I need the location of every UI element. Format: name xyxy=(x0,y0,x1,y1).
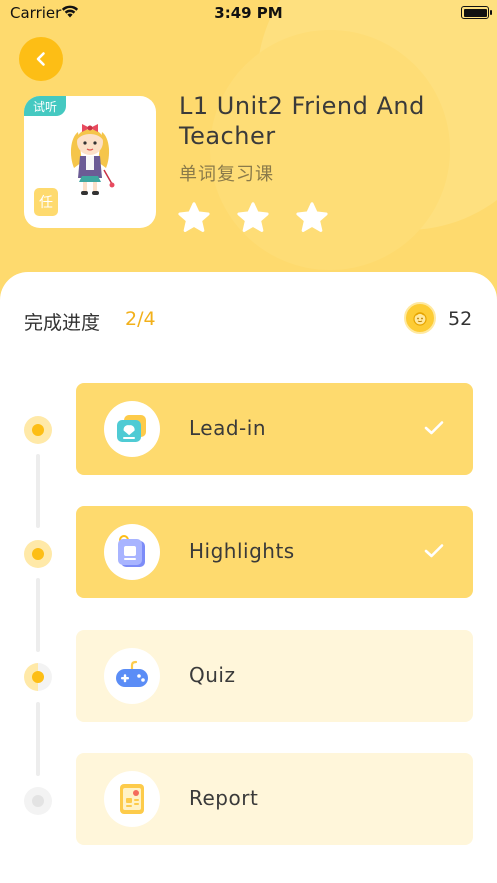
step-card-lead-in[interactable]: Lead-in xyxy=(76,383,473,475)
lesson-cover: 试听 任 xyxy=(24,96,156,228)
timeline-connector xyxy=(36,702,40,776)
lesson-steps-panel: 完成进度 2/4 52 Lead-in Highlights Quiz Repo… xyxy=(0,272,497,883)
coin-count: 52 xyxy=(448,308,473,330)
task-badge: 任 xyxy=(34,188,58,216)
girl-illustration xyxy=(60,118,120,202)
lesson-title: L1 Unit2 Friend And Teacher xyxy=(179,92,425,150)
status-bar: Carrier 3:49 PM xyxy=(0,0,497,26)
chat-icon xyxy=(104,401,160,457)
clock: 3:49 PM xyxy=(214,4,283,22)
battery-icon xyxy=(461,6,489,19)
step-label: Report xyxy=(189,786,259,810)
report-icon xyxy=(104,771,160,827)
step-card-report[interactable]: Report xyxy=(76,753,473,845)
star-icon xyxy=(178,202,210,232)
star-icon xyxy=(237,202,269,232)
timeline-connector xyxy=(36,454,40,528)
gamepad-icon xyxy=(104,648,160,704)
coin-icon xyxy=(404,302,436,334)
step-indicator-done xyxy=(24,416,52,444)
star-icon xyxy=(296,202,328,232)
check-icon xyxy=(424,421,444,435)
battery-cap xyxy=(490,10,492,15)
timeline-connector xyxy=(36,578,40,652)
progress-label: 完成进度 xyxy=(24,312,101,334)
card-icon xyxy=(104,524,160,580)
step-card-highlights[interactable]: Highlights xyxy=(76,506,473,598)
step-indicator-done xyxy=(24,540,52,568)
step-label: Highlights xyxy=(189,539,295,563)
lesson-subtitle: 单词复习课 xyxy=(179,164,274,185)
step-label: Lead-in xyxy=(189,416,266,440)
step-label: Quiz xyxy=(189,663,236,687)
star-rating xyxy=(176,200,353,236)
step-card-quiz[interactable]: Quiz xyxy=(76,630,473,722)
step-indicator-locked xyxy=(24,787,52,815)
chevron-left-icon xyxy=(36,52,45,66)
trial-tag: 试听 xyxy=(24,96,66,116)
back-button[interactable] xyxy=(19,37,63,81)
step-indicator-current xyxy=(24,663,52,691)
progress-value: 2/4 xyxy=(125,308,156,330)
check-icon xyxy=(424,544,444,558)
